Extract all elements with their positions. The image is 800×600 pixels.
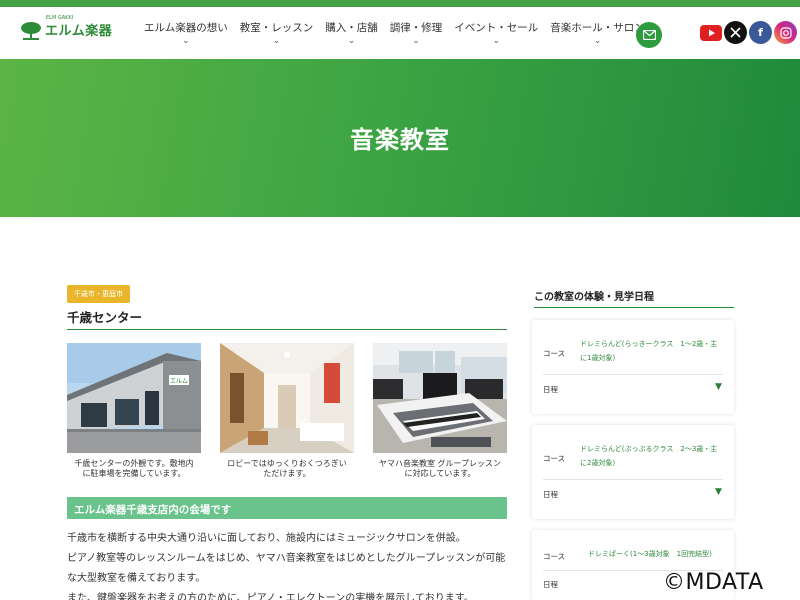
nav-label: 購入・店舗: [325, 22, 378, 34]
lobby-photo: [220, 343, 354, 453]
nav-label: 教室・レッスン: [239, 22, 314, 34]
chevron-down-icon: ⌄: [182, 36, 190, 46]
course-label: コース: [543, 349, 566, 358]
chevron-down-icon: ⌄: [593, 36, 602, 46]
site-logo[interactable]: ELM GAKKI エルム楽器: [20, 15, 113, 42]
instagram-icon[interactable]: [774, 21, 797, 44]
copyright-watermark: ©MDATA: [663, 570, 764, 595]
chevron-down-icon: ⌄: [347, 36, 356, 46]
trial-card: コース ドレミらんど(ぷっぷるクラス 2〜3歳・主 に2歳対象) 日程 ▼: [532, 425, 734, 519]
mail-icon: [642, 30, 656, 40]
caret-down-icon[interactable]: ▼: [715, 382, 722, 392]
caption-line: 千歳センターの外観です。敷地内: [74, 459, 194, 468]
course-value[interactable]: ドレミぱーく(1〜3歳対象 1回完結型): [588, 547, 736, 561]
venue-heading: エルム楽器千歳支店内の会場です: [67, 497, 507, 519]
course-line: に1歳対象): [580, 354, 616, 362]
title-divider: [67, 329, 507, 330]
exterior-caption: 千歳センターの外観です。敷地内 に駐車場を完備しています。: [67, 459, 201, 479]
nav-label: 音楽ホール・サロン: [550, 22, 645, 34]
description-line: な大型教室を備えております。: [67, 573, 206, 584]
description-line: ピアノ教室等のレッスンルームをはじめ、ヤマハ音楽教室をはじめとしたグループレッス…: [67, 553, 506, 564]
course-label: コース: [543, 454, 566, 463]
nav-item-shop[interactable]: 購入・店舗 ⌄: [325, 20, 378, 46]
classroom-caption: ヤマハ音楽教室 グループレッスン に対応しています。: [373, 459, 507, 479]
classroom-photo: [373, 343, 507, 453]
logo-tagline: ELM GAKKI: [46, 15, 74, 21]
nav-label: エルム楽器の想い: [144, 22, 228, 34]
nav-item-hall[interactable]: 音楽ホール・サロン ⌄: [550, 20, 645, 46]
caption-line: ヤマハ音楽教室 グループレッスン: [378, 459, 502, 468]
trial-card: コース ドレミらんど(らっきークラス 1〜2歳・主 に1歳対象) 日程 ▼: [532, 320, 734, 414]
lobby-caption: ロビーではゆっくりおくつろぎい ただけます。: [220, 459, 354, 479]
caption-line: に対応しています。: [404, 469, 476, 478]
chevron-down-icon: ⌄: [412, 36, 420, 46]
course-value[interactable]: ドレミらんど(ぷっぷるクラス 2〜3歳・主 に2歳対象): [580, 442, 728, 470]
nav-label: 調律・修理: [389, 22, 443, 34]
course-line: に2歳対象): [580, 459, 616, 467]
card-divider: [543, 374, 723, 375]
sidebar-divider: [534, 307, 734, 308]
building-sign-text: エルム: [170, 378, 188, 385]
page-title: 音楽教室: [350, 126, 450, 154]
logo-text: エルム楽器: [45, 23, 113, 39]
main-nav: エルム楽器の想い ⌄ 教室・レッスン ⌄ 購入・店舗 ⌄ 調律・修理 ⌄ イベント・セー…: [144, 20, 657, 46]
chevron-down-icon: ⌄: [492, 36, 501, 46]
x-icon[interactable]: [724, 21, 747, 44]
exterior-photo: エルム: [67, 343, 201, 453]
top-accent-bar: [0, 0, 800, 7]
description-line: 千歳市を横断する中央大通り沿いに面しており、施設内にはミュージックサロンを併設。: [67, 533, 466, 544]
facebook-icon[interactable]: f: [749, 21, 772, 44]
trial-schedule-title: この教室の体験・見学日程: [534, 292, 654, 303]
area-tag: 千歳市・恵庭市: [67, 285, 130, 303]
description-line: また、鍵盤楽器をお考えの方のために、ピアノ・エレクトーンの実機を展示しております…: [67, 593, 474, 600]
course-value[interactable]: ドレミらんど(らっきークラス 1〜2歳・主 に1歳対象): [580, 337, 728, 365]
nav-item-repair[interactable]: 調律・修理 ⌄: [390, 20, 443, 46]
schedule-label: 日程: [543, 385, 558, 394]
schedule-label: 日程: [543, 580, 558, 589]
center-title: 千歳センター: [67, 310, 143, 325]
youtube-icon[interactable]: [699, 21, 722, 44]
chevron-down-icon: ⌄: [272, 36, 281, 46]
caption-line: に駐車場を完備しています。: [82, 469, 186, 478]
course-line: ドレミぱーく(1〜3歳対象 1回完結型): [588, 550, 712, 558]
caret-down-icon[interactable]: ▼: [715, 487, 722, 497]
nav-item-philosophy[interactable]: エルム楽器の想い ⌄: [144, 20, 228, 46]
contact-mail-button[interactable]: [636, 22, 662, 48]
hero-banner: 音楽教室: [0, 59, 800, 217]
schedule-label: 日程: [543, 490, 558, 499]
nav-item-lessons[interactable]: 教室・レッスン ⌄: [240, 20, 314, 46]
course-label: コース: [543, 552, 566, 561]
tree-logo-icon: [21, 22, 41, 40]
nav-label: イベント・セール: [454, 22, 539, 34]
caption-line: ロビーではゆっくりおくつろぎい: [227, 459, 347, 468]
course-line: ドレミらんど(ぷっぷるクラス 2〜3歳・主: [580, 445, 718, 453]
card-divider: [543, 479, 723, 480]
social-links: f: [699, 21, 797, 44]
nav-item-events[interactable]: イベント・セール ⌄: [454, 20, 538, 46]
caption-line: ただけます。: [263, 469, 311, 478]
course-line: ドレミらんど(らっきークラス 1〜2歳・主: [580, 340, 718, 348]
site-header: ELM GAKKI エルム楽器 エルム楽器の想い ⌄ 教室・レッスン ⌄ 購入・店舗…: [0, 7, 800, 59]
